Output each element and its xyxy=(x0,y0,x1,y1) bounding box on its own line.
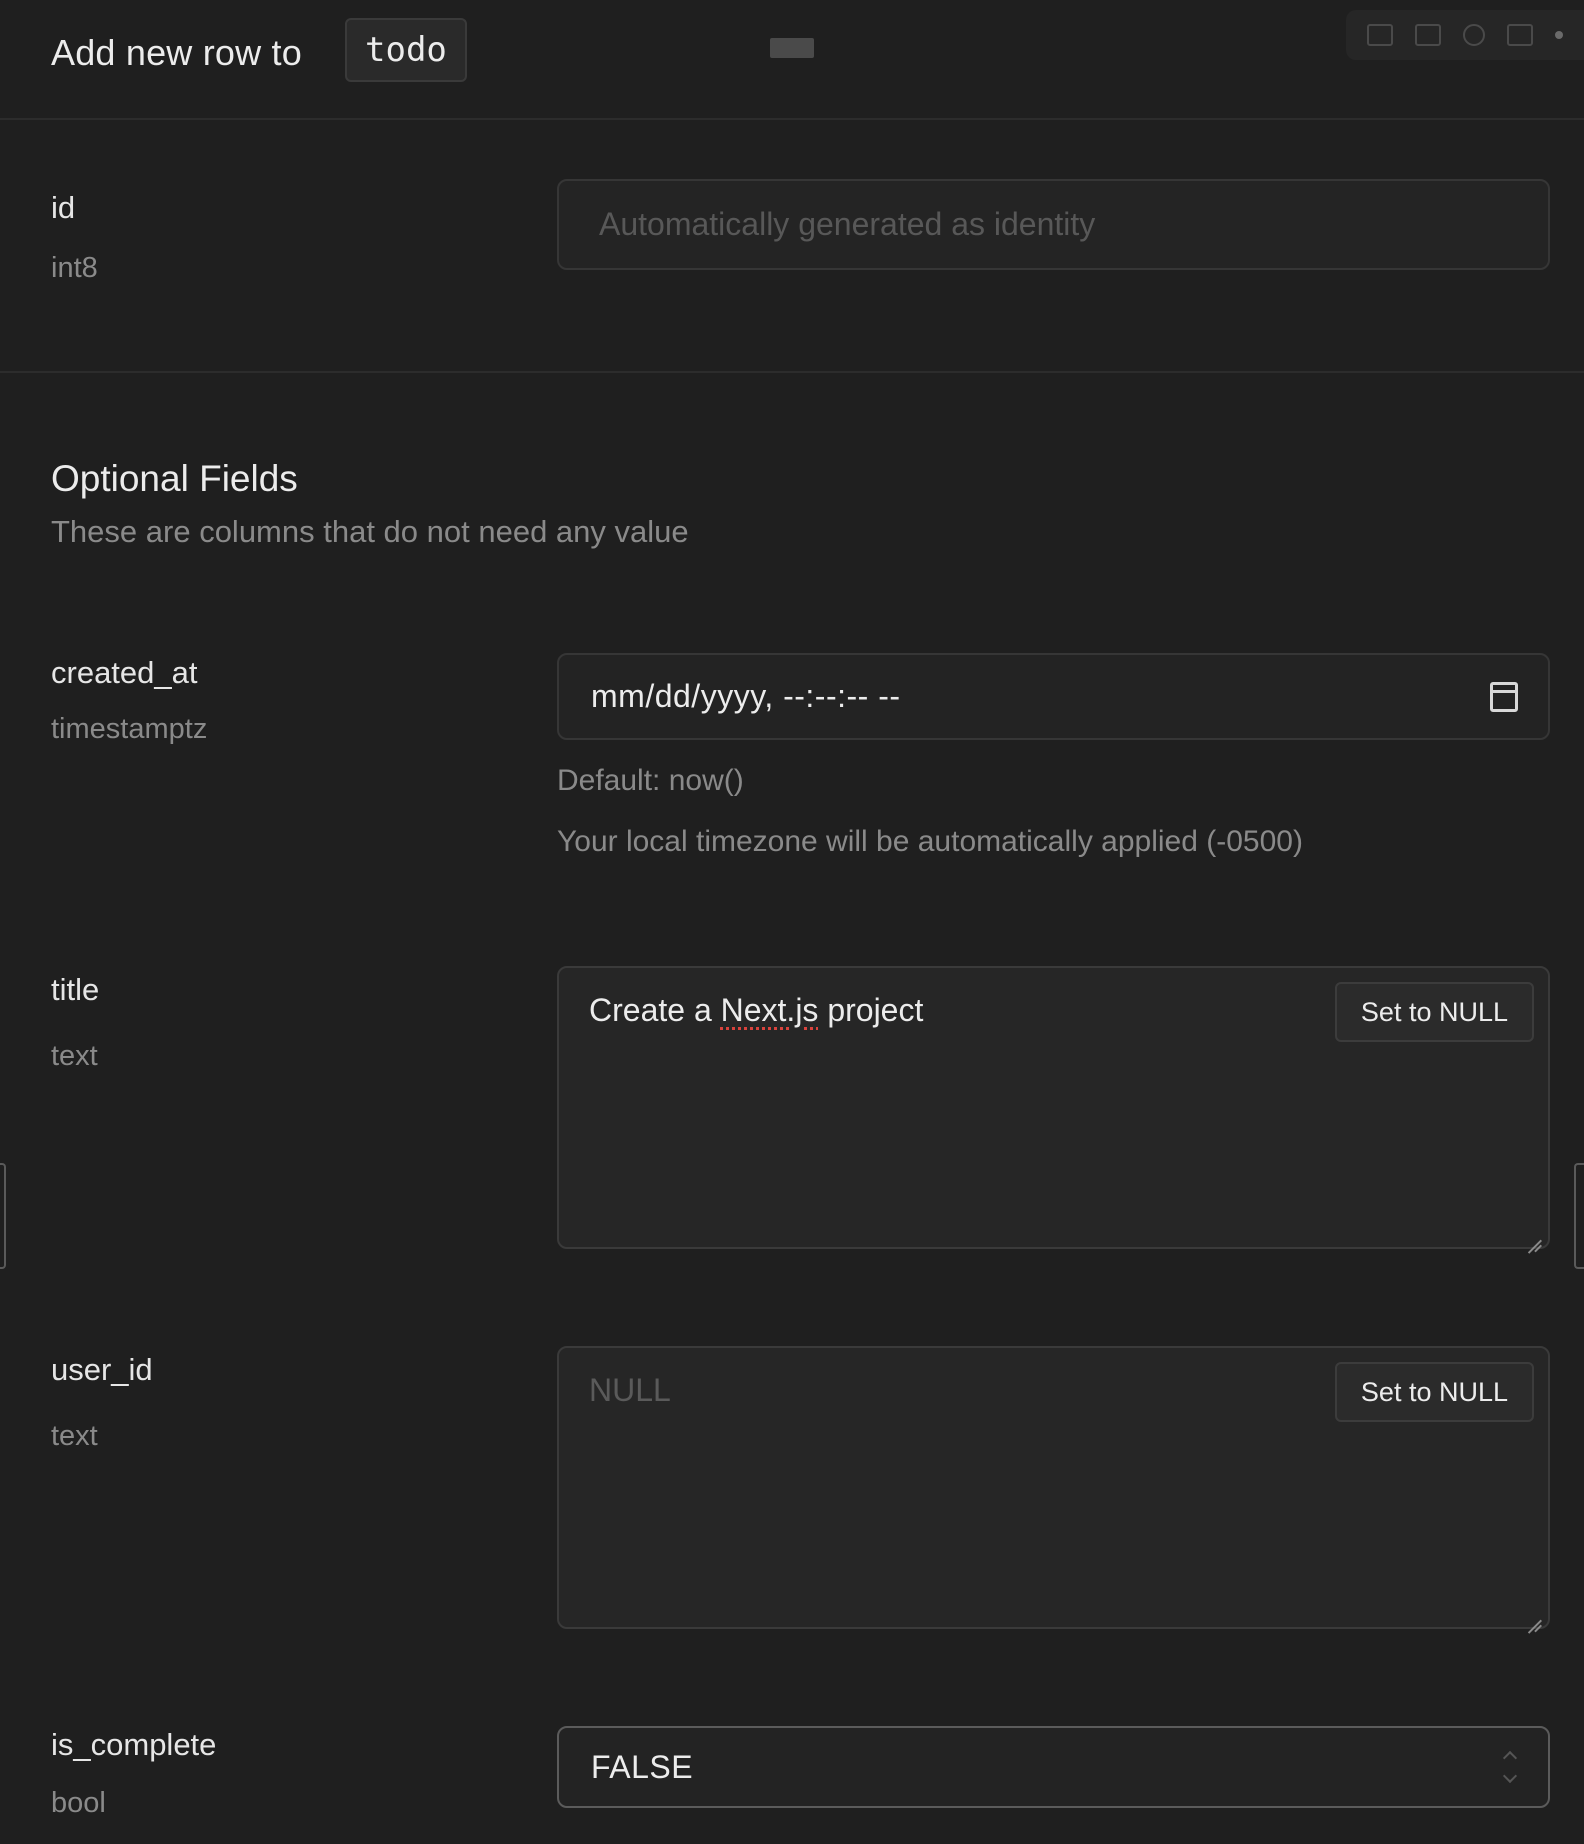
field-label-title: title xyxy=(51,972,100,1007)
title-value: Create a Next.js project xyxy=(589,992,924,1028)
field-label-id: id xyxy=(51,190,76,225)
window-controls xyxy=(1346,10,1584,60)
misspelled-word: Next.js xyxy=(720,992,819,1028)
id-input[interactable] xyxy=(559,181,1548,268)
user-id-textarea[interactable]: NULL Set to NULL xyxy=(557,1346,1550,1629)
field-type-user-id: text xyxy=(51,1420,98,1452)
created-at-input[interactable]: mm/dd/yyyy, --:--:-- -- xyxy=(557,653,1550,740)
dot-icon xyxy=(1555,31,1563,39)
section-divider xyxy=(0,371,1584,373)
section-description: These are columns that do not need any v… xyxy=(51,514,689,549)
left-edge-handle[interactable] xyxy=(0,1163,6,1269)
window-icon[interactable] xyxy=(1367,24,1393,46)
document-icon[interactable] xyxy=(1415,24,1441,46)
table-name-chip: todo xyxy=(345,18,467,82)
field-label-created-at: created_at xyxy=(51,655,198,690)
timezone-hint: Your local timezone will be automaticall… xyxy=(557,825,1303,858)
header-indicator xyxy=(770,38,814,58)
resize-handle-icon[interactable] xyxy=(1526,1605,1542,1621)
chevron-up-down-icon xyxy=(1502,1749,1518,1785)
field-type-id: int8 xyxy=(51,252,98,284)
is-complete-select[interactable]: FALSE xyxy=(557,1726,1550,1808)
panel-icon[interactable] xyxy=(1507,24,1533,46)
id-input-wrapper xyxy=(557,179,1550,270)
field-type-title: text xyxy=(51,1040,98,1072)
field-label-user-id: user_id xyxy=(51,1352,153,1387)
calendar-icon[interactable] xyxy=(1490,681,1518,712)
dialog-header: Add new row to todo xyxy=(0,0,1584,120)
user-id-placeholder: NULL xyxy=(589,1372,671,1408)
set-null-button-title[interactable]: Set to NULL xyxy=(1334,982,1534,1042)
datetime-value: mm/dd/yyyy, --:--:-- -- xyxy=(591,678,901,714)
default-hint: Default: now() xyxy=(557,764,744,797)
field-type-is-complete: bool xyxy=(51,1787,106,1819)
section-title: Optional Fields xyxy=(51,458,298,499)
field-type-created-at: timestamptz xyxy=(51,713,208,745)
select-value: FALSE xyxy=(591,1748,694,1785)
resize-handle-icon[interactable] xyxy=(1526,1225,1542,1241)
right-edge-handle[interactable] xyxy=(1574,1163,1584,1269)
dialog-title: Add new row to xyxy=(51,32,302,73)
set-null-button-user-id[interactable]: Set to NULL xyxy=(1334,1362,1534,1422)
field-label-is-complete: is_complete xyxy=(51,1727,217,1762)
circle-icon[interactable] xyxy=(1463,24,1485,46)
title-textarea[interactable]: Create a Next.js project Set to NULL xyxy=(557,966,1550,1249)
